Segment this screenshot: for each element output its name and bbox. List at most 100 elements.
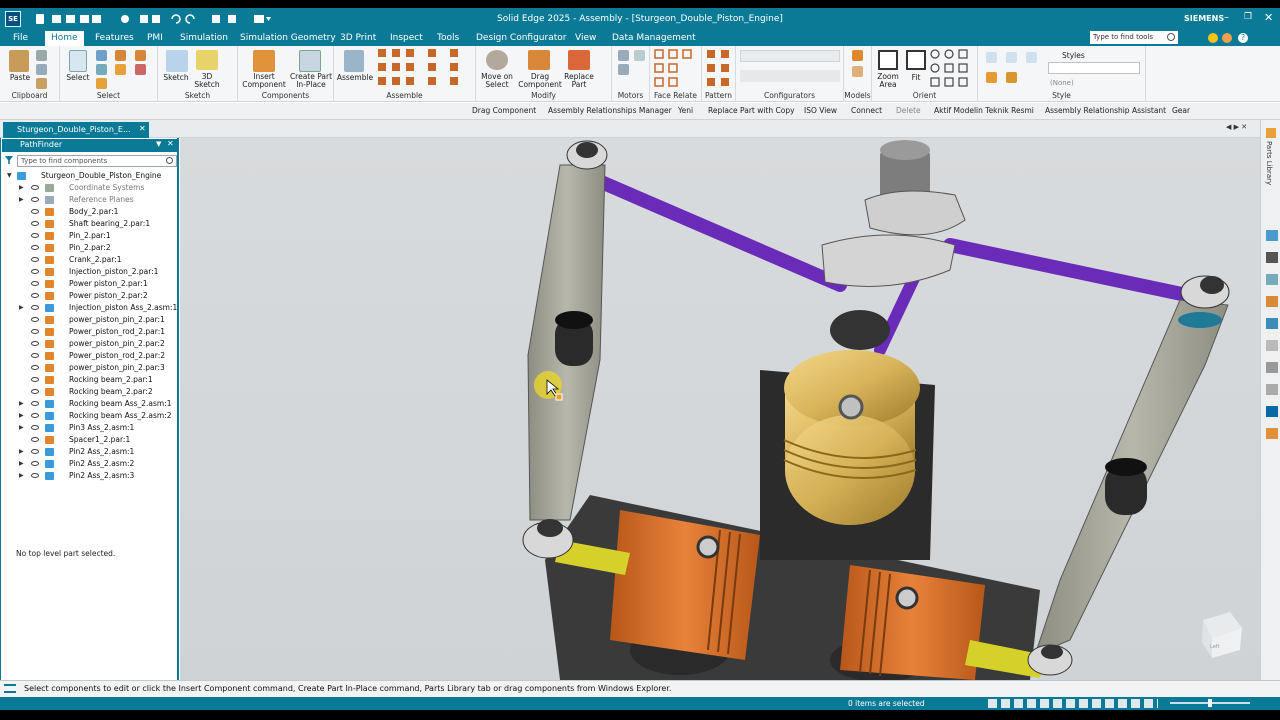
- restore-button[interactable]: ❐: [1244, 12, 1252, 22]
- tree-item[interactable]: ▶ Injection_piston Ass_2.asm:1: [5, 302, 177, 314]
- configurator-dropdown[interactable]: [740, 50, 840, 62]
- side-tool-icon-5[interactable]: [1266, 318, 1278, 329]
- prompt-menu-icon[interactable]: [4, 684, 16, 693]
- copy-icon[interactable]: [36, 64, 47, 75]
- cmd-yeni[interactable]: Yeni: [678, 106, 693, 115]
- view-tool-icons[interactable]: [930, 49, 974, 89]
- menu-data-management[interactable]: Data Management: [612, 33, 696, 43]
- menu-features[interactable]: Features: [95, 33, 134, 43]
- expand-icon[interactable]: ▶: [19, 398, 24, 410]
- tree-item[interactable]: Injection_piston_2.par:1: [5, 266, 177, 278]
- tab-scroll-icons[interactable]: ◀ ▶ ✕: [1226, 123, 1247, 131]
- expand-icon[interactable]: ▶: [19, 182, 24, 194]
- style-cube-icon-3[interactable]: [1026, 52, 1037, 63]
- side-tool-icon-9[interactable]: [1266, 406, 1278, 417]
- tool-search-input[interactable]: Type to find tools: [1090, 31, 1178, 44]
- select-tool-icon-4[interactable]: [115, 50, 126, 61]
- visibility-eye-icon[interactable]: [31, 197, 39, 202]
- models-icon-1[interactable]: [852, 50, 863, 61]
- tree-item[interactable]: ▶ Pin2 Ass_2.asm:1: [5, 446, 177, 458]
- cmd-aktif-modelin-teknik-resmi[interactable]: Aktif Modelin Teknik Resmi: [934, 106, 1034, 115]
- tree-item[interactable]: ▶ Pin3 Ass_2.asm:1: [5, 422, 177, 434]
- side-tool-icon-6[interactable]: [1266, 340, 1278, 351]
- cut-icon[interactable]: [36, 50, 47, 61]
- close-button[interactable]: ✕: [1264, 11, 1273, 24]
- pathfinder-close-icon[interactable]: ✕: [167, 139, 174, 148]
- tree-item[interactable]: Rocking beam_2.par:2: [5, 386, 177, 398]
- select-tool-icon-2[interactable]: [96, 64, 107, 75]
- tree-item[interactable]: Rocking beam_2.par:1: [5, 374, 177, 386]
- side-tool-icon-10[interactable]: [1266, 428, 1278, 439]
- side-tool-icon-7[interactable]: [1266, 362, 1278, 373]
- visibility-eye-icon[interactable]: [31, 413, 39, 418]
- sketch-icon[interactable]: [166, 50, 188, 72]
- visibility-eye-icon[interactable]: [31, 281, 39, 286]
- menu-simulation-geometry[interactable]: Simulation Geometry: [240, 33, 336, 43]
- visibility-eye-icon[interactable]: [31, 293, 39, 298]
- engine-model[interactable]: [180, 138, 1260, 682]
- visibility-eye-icon[interactable]: [31, 353, 39, 358]
- paste-icon[interactable]: [9, 50, 29, 72]
- move-on-select-icon[interactable]: [486, 50, 508, 70]
- visibility-eye-icon[interactable]: [31, 317, 39, 322]
- filter-icon[interactable]: [5, 156, 13, 164]
- cmd-connect[interactable]: Connect: [851, 106, 882, 115]
- tree-item[interactable]: Pin_2.par:2: [5, 242, 177, 254]
- visibility-eye-icon[interactable]: [31, 425, 39, 430]
- visibility-eye-icon[interactable]: [31, 365, 39, 370]
- fit-button[interactable]: Fit: [906, 74, 926, 82]
- view-mode-icons[interactable]: [988, 699, 1158, 708]
- side-tool-icon-2[interactable]: [1266, 252, 1278, 263]
- tree-item[interactable]: ▶ Coordinate Systems: [5, 182, 177, 194]
- cmd-assembly-relationships-manager[interactable]: Assembly Relationships Manager: [548, 106, 672, 115]
- tree-item[interactable]: Crank_2.par:1: [5, 254, 177, 266]
- visibility-eye-icon[interactable]: [31, 209, 39, 214]
- tree-item[interactable]: power_piston_pin_2.par:2: [5, 338, 177, 350]
- insert-component-icon[interactable]: [253, 50, 275, 72]
- tree-item[interactable]: power_piston_pin_2.par:1: [5, 314, 177, 326]
- tree-item[interactable]: Power piston_2.par:2: [5, 290, 177, 302]
- style-cube-icon-1[interactable]: [986, 52, 997, 63]
- pattern-icons[interactable]: [706, 49, 734, 89]
- cmd-iso-view[interactable]: ISO View: [804, 106, 837, 115]
- tree-item[interactable]: ▶ Rocking beam Ass_2.asm:2: [5, 410, 177, 422]
- assemble-button[interactable]: Assemble: [334, 74, 376, 82]
- replace-part-button[interactable]: Replace Part: [560, 73, 598, 89]
- sketch-button[interactable]: Sketch: [160, 74, 192, 82]
- visibility-eye-icon[interactable]: [31, 329, 39, 334]
- select-tool-icon-5[interactable]: [115, 64, 126, 75]
- menu-simulation[interactable]: Simulation: [180, 33, 228, 43]
- tree-root[interactable]: ▼ Sturgeon_Double_Piston_Engine: [5, 170, 177, 182]
- format-painter-icon[interactable]: [36, 78, 47, 89]
- style-cube-icon-5[interactable]: [1006, 72, 1017, 83]
- visibility-eye-icon[interactable]: [31, 269, 39, 274]
- tree-item[interactable]: Spacer1_2.par:1: [5, 434, 177, 446]
- visibility-eye-icon[interactable]: [31, 233, 39, 238]
- tree-item[interactable]: ▶ Reference Planes: [5, 194, 177, 206]
- graphics-viewport[interactable]: Left: [180, 138, 1260, 682]
- tree-item[interactable]: Pin_2.par:1: [5, 230, 177, 242]
- zoom-area-button[interactable]: Zoom Area: [872, 73, 904, 89]
- tree-item[interactable]: Power_piston_rod_2.par:2: [5, 350, 177, 362]
- expand-icon[interactable]: ▶: [19, 470, 24, 482]
- sketch-3d-button[interactable]: 3D Sketch: [190, 73, 224, 89]
- side-tool-icon-8[interactable]: [1266, 384, 1278, 395]
- visibility-eye-icon[interactable]: [31, 377, 39, 382]
- tree-item[interactable]: Power piston_2.par:1: [5, 278, 177, 290]
- style-cube-icon-4[interactable]: [986, 72, 997, 83]
- side-tools[interactable]: [1266, 230, 1278, 450]
- expand-icon[interactable]: ▶: [19, 458, 24, 470]
- expand-icon[interactable]: ▶: [19, 302, 24, 314]
- models-icon-2[interactable]: [852, 66, 863, 77]
- tree-item[interactable]: Body_2.par:1: [5, 206, 177, 218]
- motor-icon-1[interactable]: [618, 50, 629, 61]
- create-part-icon[interactable]: [299, 50, 321, 72]
- expand-icon[interactable]: ▶: [19, 422, 24, 434]
- pathfinder-menu-icon[interactable]: ▼: [156, 140, 161, 148]
- menu-tools[interactable]: Tools: [437, 33, 459, 43]
- select-arrow-icon[interactable]: [69, 50, 87, 72]
- expand-icon[interactable]: ▶: [19, 194, 24, 206]
- cmd-gear[interactable]: Gear: [1172, 106, 1190, 115]
- tree-item[interactable]: ▶ Pin2 Ass_2.asm:2: [5, 458, 177, 470]
- collapse-icon[interactable]: ▼: [7, 170, 12, 182]
